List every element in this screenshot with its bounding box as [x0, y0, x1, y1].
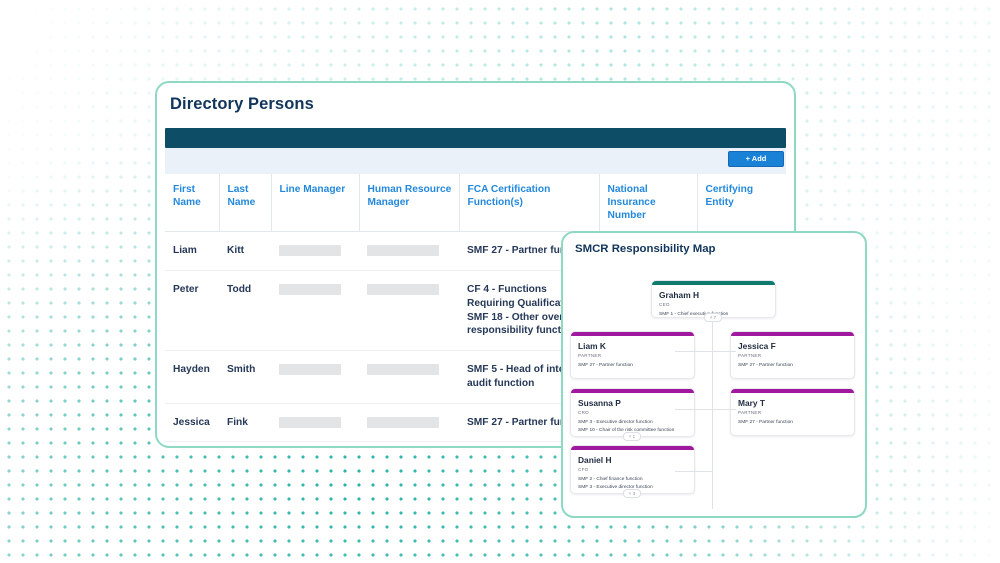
redacted-value: [367, 284, 439, 296]
panel-header-bar: [165, 128, 786, 148]
connector-vertical-trunk: [712, 317, 713, 509]
org-node-mary-t[interactable]: Mary T Partner SMF 27 - Partner function: [730, 388, 855, 436]
connector-to-daniel: [675, 471, 713, 472]
table-toolbar: + Add: [165, 148, 786, 174]
node-role: Partner: [738, 410, 762, 416]
node-role: CFO: [578, 467, 589, 473]
cell-line-manager: [271, 231, 359, 272]
cell-hr-manager: [359, 270, 459, 352]
node-role: Partner: [738, 353, 762, 359]
collapse-badge-daniel-h[interactable]: ˅ 3: [623, 489, 641, 498]
org-node-susanna-p[interactable]: Susanna P CRO SMF 3 - Executive director…: [570, 388, 695, 437]
node-function: SMF 27 - Partner function: [738, 363, 793, 369]
column-header-fca-certification-functions[interactable]: FCA Certification Function(s): [459, 174, 600, 233]
add-button[interactable]: + Add: [728, 151, 784, 167]
org-node-jessica-f[interactable]: Jessica F Partner SMF 27 - Partner funct…: [730, 331, 855, 379]
node-name: Jessica F: [738, 341, 776, 351]
node-role: CRO: [578, 410, 589, 416]
cell-hr-manager: [359, 350, 459, 404]
connector-to-jessica: [712, 351, 736, 352]
redacted-value: [367, 364, 439, 376]
screenshot-root: Directory Persons + Add First Name Last …: [0, 0, 1000, 563]
node-name: Susanna P: [578, 398, 621, 408]
cell-hr-manager: [359, 403, 459, 443]
collapse-badge-graham-h[interactable]: ˄ 7: [704, 313, 722, 322]
connector-to-liam: [675, 351, 713, 352]
org-node-daniel-h[interactable]: Daniel H CFO SMF 2 - Chief finance funct…: [570, 445, 695, 494]
cell-last-name: Smith: [219, 350, 271, 404]
cell-last-name: Todd: [219, 270, 271, 352]
smcr-panel-title: SMCR Responsibility Map: [575, 243, 716, 255]
cell-line-manager: [271, 270, 359, 352]
node-name: Daniel H: [578, 455, 612, 465]
cell-first-name[interactable]: Hayden: [165, 350, 219, 404]
redacted-value: [367, 245, 439, 257]
node-role: Partner: [578, 353, 602, 359]
redacted-value: [367, 416, 439, 428]
cell-first-name[interactable]: Peter: [165, 270, 219, 352]
column-header-certifying-entity[interactable]: Certifying Entity: [697, 174, 790, 233]
node-role: CEO: [659, 302, 670, 308]
cell-line-manager: [271, 403, 359, 443]
page-title: Directory Persons: [170, 95, 314, 113]
node-function: SMF 2 - Chief finance function: [578, 477, 643, 483]
org-node-liam-k[interactable]: Liam K Partner SMF 27 - Partner function: [570, 331, 695, 379]
cell-hr-manager: [359, 442, 459, 446]
node-name: Liam K: [578, 341, 606, 351]
cell-first-name[interactable]: Liam: [165, 231, 219, 272]
node-function: SMF 27 - Partner function: [578, 363, 633, 369]
node-name: Graham H: [659, 290, 700, 300]
node-name: Mary T: [738, 398, 765, 408]
column-header-hr-manager[interactable]: Human Resource Manager: [359, 174, 460, 233]
redacted-value: [279, 364, 341, 376]
collapse-badge-susanna-p[interactable]: ˅ 1: [623, 432, 641, 441]
column-header-first-name[interactable]: First Name: [165, 174, 220, 233]
cell-last-name: Fink: [219, 403, 271, 443]
node-function: SMF 3 - Executive director function: [578, 420, 653, 426]
redacted-value: [279, 284, 341, 296]
connector-to-susanna: [675, 409, 713, 410]
column-header-line-manager[interactable]: Line Manager: [271, 174, 360, 233]
column-header-last-name[interactable]: Last Name: [219, 174, 272, 233]
node-function: SMF 27 - Partner function: [738, 420, 793, 426]
smcr-responsibility-map-panel: SMCR Responsibility Map Graham H CEO SMF…: [561, 231, 867, 518]
cell-line-manager: [271, 442, 359, 446]
cell-hr-manager: [359, 231, 459, 272]
cell-first-name[interactable]: Daniel: [165, 442, 219, 446]
org-chart: Graham H CEO SMF 1 - Chief executive fun…: [563, 255, 865, 509]
redacted-value: [279, 245, 341, 257]
cell-last-name: Holder: [219, 442, 271, 446]
cell-first-name[interactable]: Jessica: [165, 403, 219, 443]
connector-to-mary: [712, 409, 736, 410]
column-header-national-insurance-number[interactable]: National Insurance Number: [599, 174, 698, 233]
table-header-row: First Name Last Name Line Manager Human …: [165, 174, 790, 233]
cell-line-manager: [271, 350, 359, 404]
redacted-value: [279, 416, 341, 428]
cell-last-name: Kitt: [219, 231, 271, 272]
